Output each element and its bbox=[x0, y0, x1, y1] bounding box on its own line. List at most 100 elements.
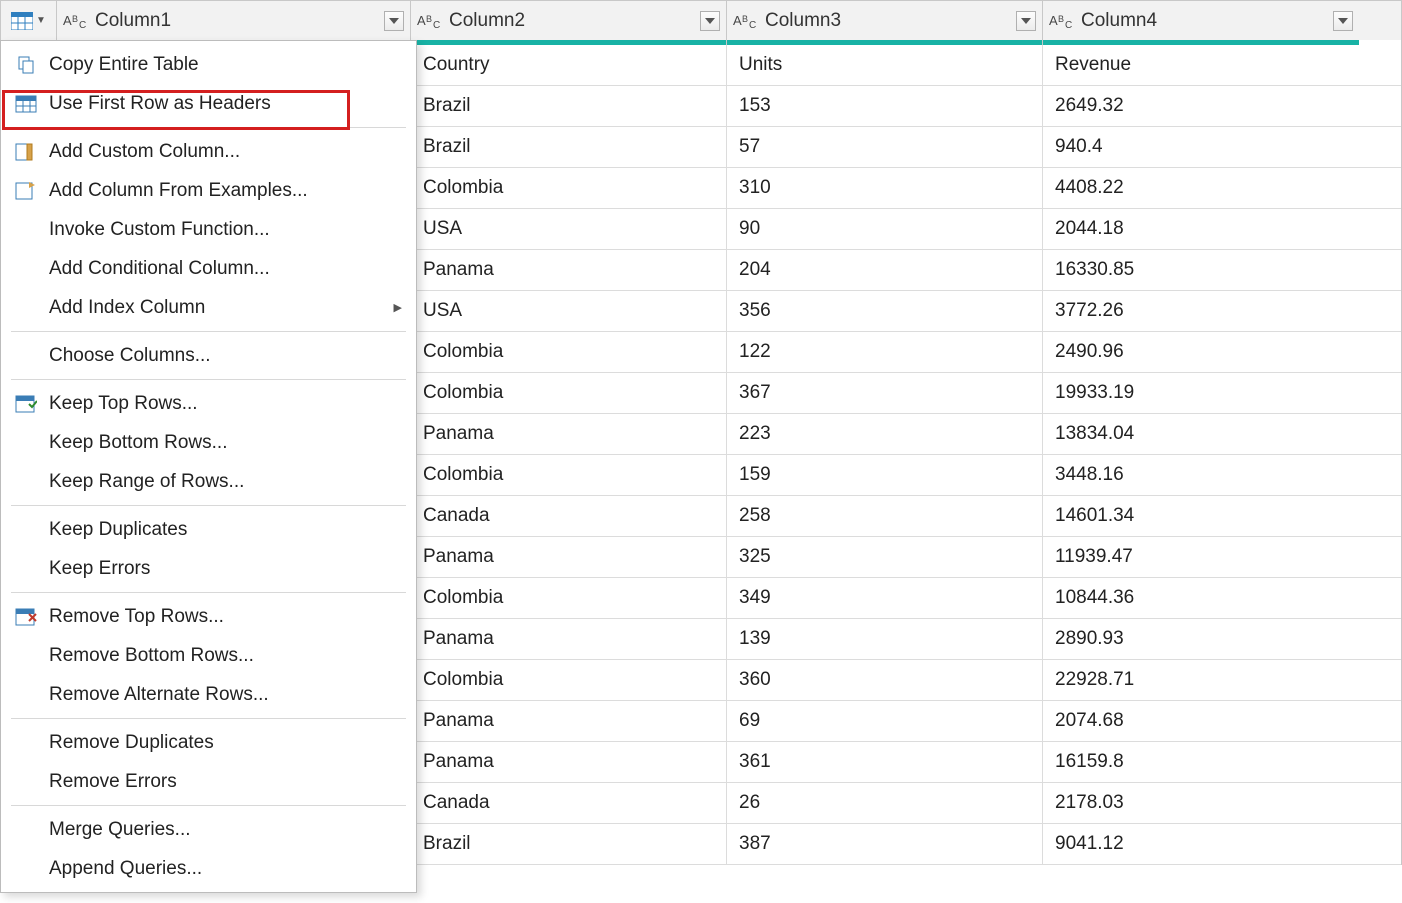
menu-item[interactable]: Keep Range of Rows... bbox=[1, 462, 416, 501]
cell[interactable]: Canada bbox=[411, 783, 727, 823]
type-text-icon: ABC bbox=[733, 13, 759, 29]
menu-item[interactable]: Remove Bottom Rows... bbox=[1, 636, 416, 675]
cell[interactable]: Panama bbox=[411, 701, 727, 741]
cell[interactable]: Panama bbox=[411, 619, 727, 659]
filter-button[interactable] bbox=[1016, 11, 1036, 31]
cell[interactable]: 2890.93 bbox=[1043, 619, 1359, 659]
column-header-1[interactable]: ABC Column1 bbox=[57, 1, 411, 40]
cell[interactable]: 2490.96 bbox=[1043, 332, 1359, 372]
column-header-3[interactable]: ABC Column3 bbox=[727, 1, 1043, 40]
menu-item[interactable]: Remove Duplicates bbox=[1, 723, 416, 762]
svg-text:B: B bbox=[72, 14, 78, 24]
cell[interactable]: 2178.03 bbox=[1043, 783, 1359, 823]
menu-item[interactable]: Choose Columns... bbox=[1, 336, 416, 375]
cell[interactable]: 2649.32 bbox=[1043, 86, 1359, 126]
addcol-icon bbox=[11, 142, 41, 162]
cell[interactable]: Panama bbox=[411, 414, 727, 454]
column-header-2[interactable]: ABC Column2 bbox=[411, 1, 727, 40]
svg-text:C: C bbox=[433, 20, 440, 29]
svg-text:C: C bbox=[749, 20, 756, 29]
table-options-button[interactable]: ▼ bbox=[1, 1, 57, 40]
cell[interactable]: Canada bbox=[411, 496, 727, 536]
menu-item-label: Use First Row as Headers bbox=[49, 93, 402, 115]
cell[interactable]: 325 bbox=[727, 537, 1043, 577]
cell[interactable]: USA bbox=[411, 209, 727, 249]
cell[interactable]: 69 bbox=[727, 701, 1043, 741]
cell[interactable]: 356 bbox=[727, 291, 1043, 331]
cell[interactable]: 223 bbox=[727, 414, 1043, 454]
cell[interactable]: 22928.71 bbox=[1043, 660, 1359, 700]
cell[interactable]: 3448.16 bbox=[1043, 455, 1359, 495]
cell[interactable]: 2044.18 bbox=[1043, 209, 1359, 249]
cell[interactable]: 11939.47 bbox=[1043, 537, 1359, 577]
cell[interactable]: Country bbox=[411, 45, 727, 85]
table-context-menu: Copy Entire Table Use First Row as Header… bbox=[0, 40, 417, 893]
cell[interactable]: 360 bbox=[727, 660, 1043, 700]
menu-item[interactable]: Remove Errors bbox=[1, 762, 416, 801]
cell[interactable]: 122 bbox=[727, 332, 1043, 372]
cell[interactable]: Brazil bbox=[411, 127, 727, 167]
cell[interactable]: Colombia bbox=[411, 332, 727, 372]
filter-button[interactable] bbox=[384, 11, 404, 31]
cell[interactable]: 361 bbox=[727, 742, 1043, 782]
cell[interactable]: 139 bbox=[727, 619, 1043, 659]
filter-button[interactable] bbox=[1333, 11, 1353, 31]
menu-item[interactable]: Remove Top Rows... bbox=[1, 597, 416, 636]
menu-item[interactable]: Invoke Custom Function... bbox=[1, 210, 416, 249]
filter-button[interactable] bbox=[700, 11, 720, 31]
cell[interactable]: Colombia bbox=[411, 455, 727, 495]
cell[interactable]: 159 bbox=[727, 455, 1043, 495]
cell[interactable]: 367 bbox=[727, 373, 1043, 413]
cell[interactable]: 9041.12 bbox=[1043, 824, 1359, 864]
cell[interactable]: Colombia bbox=[411, 660, 727, 700]
cell[interactable]: 4408.22 bbox=[1043, 168, 1359, 208]
cell[interactable]: Panama bbox=[411, 537, 727, 577]
cell[interactable]: 19933.19 bbox=[1043, 373, 1359, 413]
cell[interactable]: Colombia bbox=[411, 373, 727, 413]
menu-item[interactable]: Keep Errors bbox=[1, 549, 416, 588]
menu-item[interactable]: Use First Row as Headers bbox=[1, 84, 416, 123]
cell[interactable]: Units bbox=[727, 45, 1043, 85]
cell[interactable]: 349 bbox=[727, 578, 1043, 618]
cell[interactable]: Colombia bbox=[411, 578, 727, 618]
cell[interactable]: 13834.04 bbox=[1043, 414, 1359, 454]
menu-item[interactable]: Add Index Column▶ bbox=[1, 288, 416, 327]
cell[interactable]: Colombia bbox=[411, 168, 727, 208]
cell[interactable]: 10844.36 bbox=[1043, 578, 1359, 618]
cell[interactable]: Panama bbox=[411, 742, 727, 782]
menu-item[interactable]: Keep Top Rows... bbox=[1, 384, 416, 423]
menu-item[interactable]: Remove Alternate Rows... bbox=[1, 675, 416, 714]
cell[interactable]: 310 bbox=[727, 168, 1043, 208]
svg-text:A: A bbox=[63, 13, 72, 28]
menu-item-label: Merge Queries... bbox=[49, 819, 402, 841]
menu-item[interactable]: Keep Bottom Rows... bbox=[1, 423, 416, 462]
menu-item[interactable]: Merge Queries... bbox=[1, 810, 416, 849]
cell[interactable]: Revenue bbox=[1043, 45, 1359, 85]
cell[interactable]: 16330.85 bbox=[1043, 250, 1359, 290]
menu-item[interactable]: Add Conditional Column... bbox=[1, 249, 416, 288]
menu-item[interactable]: Add Custom Column... bbox=[1, 132, 416, 171]
cell[interactable]: 26 bbox=[727, 783, 1043, 823]
table-icon bbox=[11, 94, 41, 114]
cell[interactable]: 258 bbox=[727, 496, 1043, 536]
cell[interactable]: Panama bbox=[411, 250, 727, 290]
cell[interactable]: 16159.8 bbox=[1043, 742, 1359, 782]
cell[interactable]: Brazil bbox=[411, 824, 727, 864]
cell[interactable]: 2074.68 bbox=[1043, 701, 1359, 741]
cell[interactable]: 90 bbox=[727, 209, 1043, 249]
cell[interactable]: Brazil bbox=[411, 86, 727, 126]
menu-item[interactable]: Add Column From Examples... bbox=[1, 171, 416, 210]
cell[interactable]: 14601.34 bbox=[1043, 496, 1359, 536]
cell[interactable]: 204 bbox=[727, 250, 1043, 290]
cell[interactable]: 57 bbox=[727, 127, 1043, 167]
cell[interactable]: USA bbox=[411, 291, 727, 331]
cell[interactable]: 3772.26 bbox=[1043, 291, 1359, 331]
menu-item[interactable]: Append Queries... bbox=[1, 849, 416, 888]
cell[interactable]: 387 bbox=[727, 824, 1043, 864]
cell[interactable]: 153 bbox=[727, 86, 1043, 126]
column-header-4[interactable]: ABC Column4 bbox=[1043, 1, 1359, 40]
cell[interactable]: 940.4 bbox=[1043, 127, 1359, 167]
menu-item-label: Choose Columns... bbox=[49, 345, 402, 367]
menu-item[interactable]: Copy Entire Table bbox=[1, 45, 416, 84]
menu-item[interactable]: Keep Duplicates bbox=[1, 510, 416, 549]
